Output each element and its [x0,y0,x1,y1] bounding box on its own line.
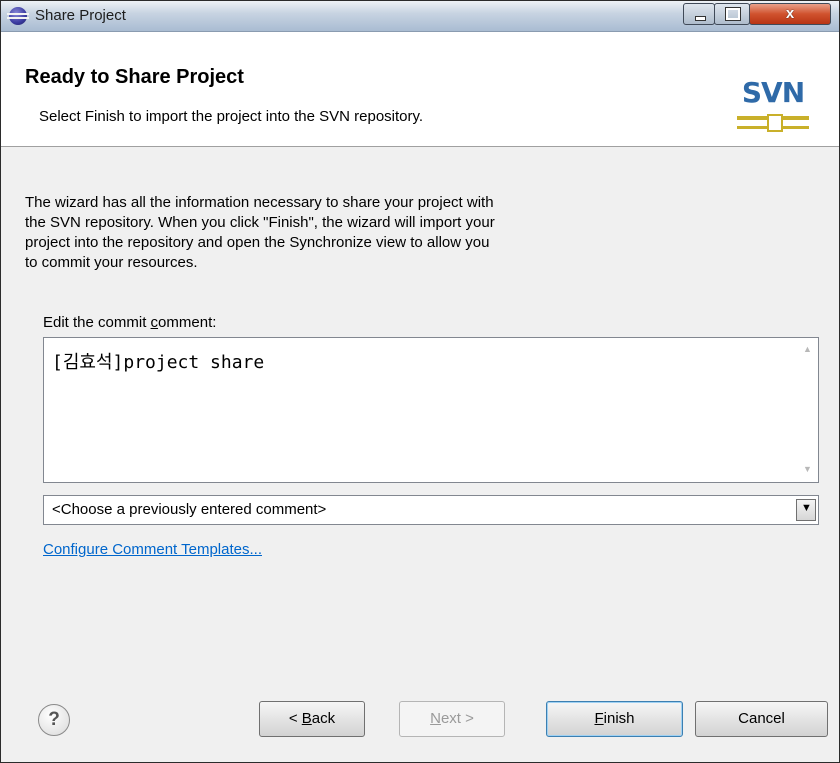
comment-scrollbar[interactable]: ▲ ▼ [798,338,818,482]
help-icon: ? [48,709,60,730]
title-bar[interactable]: Share Project x [1,1,839,32]
share-project-dialog: Share Project x Ready to Share Project S… [0,0,840,763]
commit-comment-value: [김효석]project share [52,352,265,373]
commit-comment-label: Edit the commit comment: [43,314,217,331]
minimize-icon [695,16,706,21]
chevron-down-icon: ▼ [801,502,812,514]
maximize-icon [725,7,741,21]
page-description: Select Finish to import the project into… [39,108,424,125]
eclipse-icon [7,7,29,25]
intro-line: project into the repository and open the… [25,234,490,251]
commit-comment-textarea[interactable]: [김효석]project share ▲ ▼ [43,337,819,483]
minimize-button[interactable] [683,3,715,25]
scroll-down-icon[interactable]: ▼ [803,464,812,474]
svn-logo: SVN [733,76,813,146]
intro-line: the SVN repository. When you click "Fini… [25,214,495,231]
previous-comment-select[interactable]: <Choose a previously entered comment> ▼ [43,495,819,525]
previous-comment-value: <Choose a previously entered comment> [52,501,327,518]
maximize-button[interactable] [714,3,750,25]
configure-comment-templates-link[interactable]: Configure Comment Templates... [43,541,262,558]
wizard-header: Ready to Share Project Select Finish to … [1,32,839,147]
svn-logo-node [767,114,783,132]
finish-button[interactable]: Finish [546,701,683,737]
svn-logo-text: SVN [741,76,805,109]
help-button[interactable]: ? [38,704,70,736]
window-title: Share Project [35,7,126,24]
scroll-up-icon[interactable]: ▲ [803,344,812,354]
intro-line: to commit your resources. [25,254,198,271]
intro-text: The wizard has all the information neces… [25,193,685,273]
close-icon: x [785,5,795,22]
next-button[interactable]: Next > [399,701,505,737]
cancel-button[interactable]: Cancel [695,701,828,737]
dropdown-button[interactable]: ▼ [796,499,816,521]
back-button[interactable]: < Back [259,701,365,737]
page-title: Ready to Share Project [25,66,244,88]
intro-line: The wizard has all the information neces… [25,194,494,211]
close-button[interactable]: x [749,3,831,25]
